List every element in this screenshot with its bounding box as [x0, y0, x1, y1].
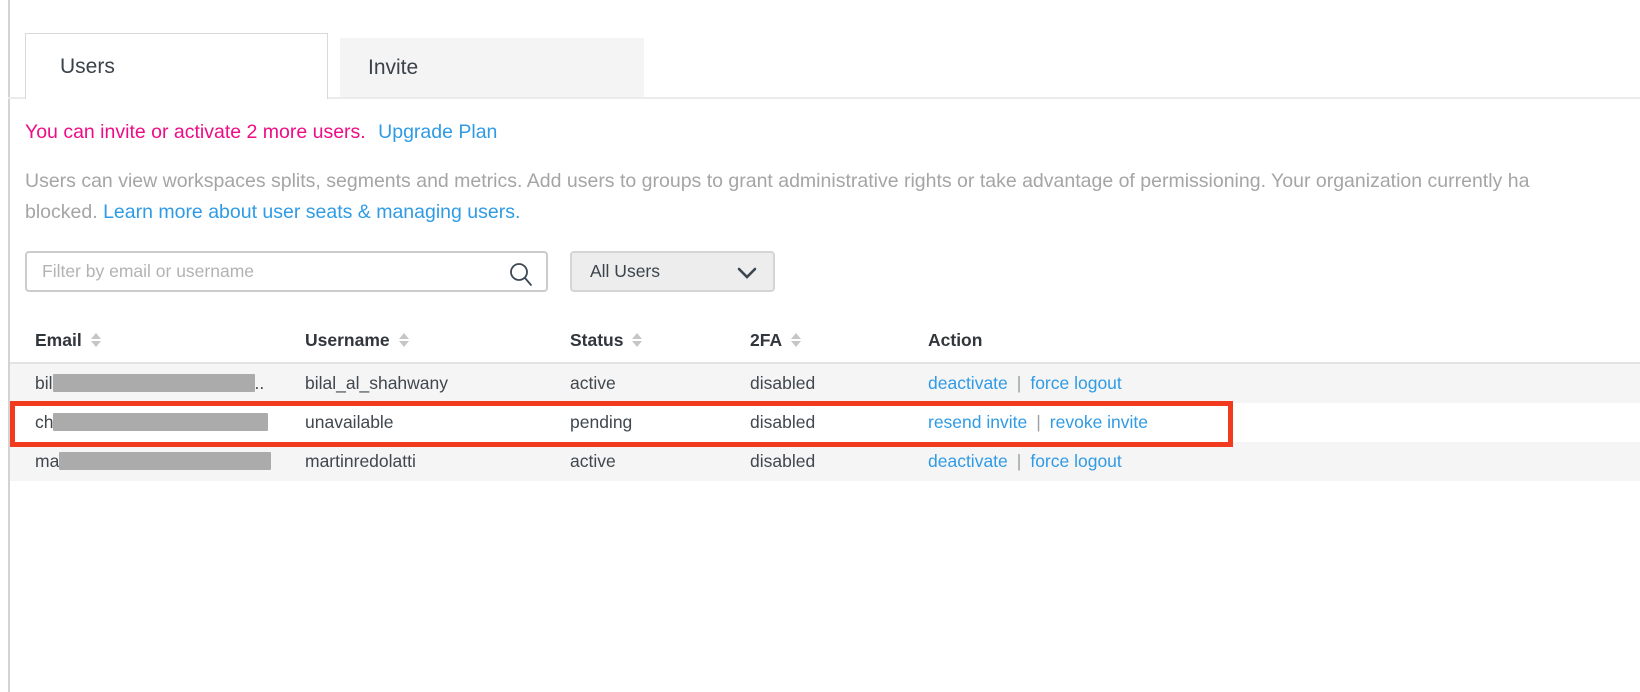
users-table-header: Email Username Status 2FA Action — [10, 318, 1640, 364]
2fa-cell: disabled — [750, 412, 928, 433]
2fa-cell: disabled — [750, 373, 928, 394]
sort-arrows-icon[interactable] — [399, 333, 409, 347]
tab-users-label: Users — [60, 55, 115, 79]
user-filter-dropdown[interactable]: All Users — [570, 251, 775, 292]
status-cell: active — [570, 373, 750, 394]
description-line2: blocked. Learn more about user seats & m… — [25, 197, 1637, 228]
column-header-action: Action — [928, 330, 1640, 351]
description-line1: Users can view workspaces splits, segmen… — [25, 166, 1637, 197]
email-cell: ma — [35, 451, 305, 472]
revoke-invite-link[interactable]: revoke invite — [1050, 412, 1148, 432]
filter-input-container — [25, 251, 548, 292]
status-cell: pending — [570, 412, 750, 433]
redaction-bar — [53, 413, 268, 431]
column-header-email[interactable]: Email — [35, 330, 305, 351]
tab-invite[interactable]: Invite — [340, 38, 644, 97]
column-header-username[interactable]: Username — [305, 330, 570, 351]
learn-more-link[interactable]: Learn more about user seats & managing u… — [103, 201, 520, 223]
seat-limit-message: You can invite or activate 2 more users. — [25, 121, 366, 143]
actions-cell: deactivate|force logout — [928, 373, 1640, 394]
description-line2-prefix: blocked. — [25, 201, 103, 223]
users-table: Email Username Status 2FA Action bil.. — [10, 318, 1640, 481]
deactivate-link[interactable]: deactivate — [928, 373, 1008, 393]
email-cell: bil.. — [35, 373, 305, 394]
seat-limit-notice: You can invite or activate 2 more users.… — [25, 121, 497, 144]
redaction-bar — [53, 374, 255, 392]
username-cell: unavailable — [305, 412, 570, 433]
username-cell: martinredolatti — [305, 451, 570, 472]
actions-cell: resend invite|revoke invite — [928, 412, 1640, 433]
force-logout-link[interactable]: force logout — [1030, 373, 1121, 393]
search-icon[interactable] — [508, 261, 534, 287]
table-row: bil.. bilal_al_shahwany active disabled … — [10, 364, 1640, 403]
redaction-bar — [59, 452, 271, 470]
sort-arrows-icon[interactable] — [91, 333, 101, 347]
users-description: Users can view workspaces splits, segmen… — [25, 166, 1637, 228]
user-admin-page: Users Invite You can invite or activate … — [0, 0, 1640, 692]
sort-arrows-icon[interactable] — [632, 333, 642, 347]
actions-cell: deactivate|force logout — [928, 451, 1640, 472]
status-cell: active — [570, 451, 750, 472]
force-logout-link[interactable]: force logout — [1030, 451, 1121, 471]
resend-invite-link[interactable]: resend invite — [928, 412, 1027, 432]
email-cell: ch — [35, 412, 305, 433]
table-row: ch unavailable pending disabled resend i… — [10, 403, 1640, 442]
column-header-2fa[interactable]: 2FA — [750, 330, 928, 351]
table-row: ma martinredolatti active disabled deact… — [10, 442, 1640, 481]
column-header-status[interactable]: Status — [570, 330, 750, 351]
sort-arrows-icon[interactable] — [791, 333, 801, 347]
tab-invite-label: Invite — [368, 56, 418, 80]
upgrade-plan-link[interactable]: Upgrade Plan — [378, 121, 497, 143]
chevron-down-icon — [737, 267, 757, 280]
tab-users[interactable]: Users — [25, 33, 328, 99]
filter-input[interactable] — [27, 253, 546, 290]
2fa-cell: disabled — [750, 451, 928, 472]
username-cell: bilal_al_shahwany — [305, 373, 570, 394]
deactivate-link[interactable]: deactivate — [928, 451, 1008, 471]
user-filter-dropdown-value: All Users — [590, 261, 660, 282]
